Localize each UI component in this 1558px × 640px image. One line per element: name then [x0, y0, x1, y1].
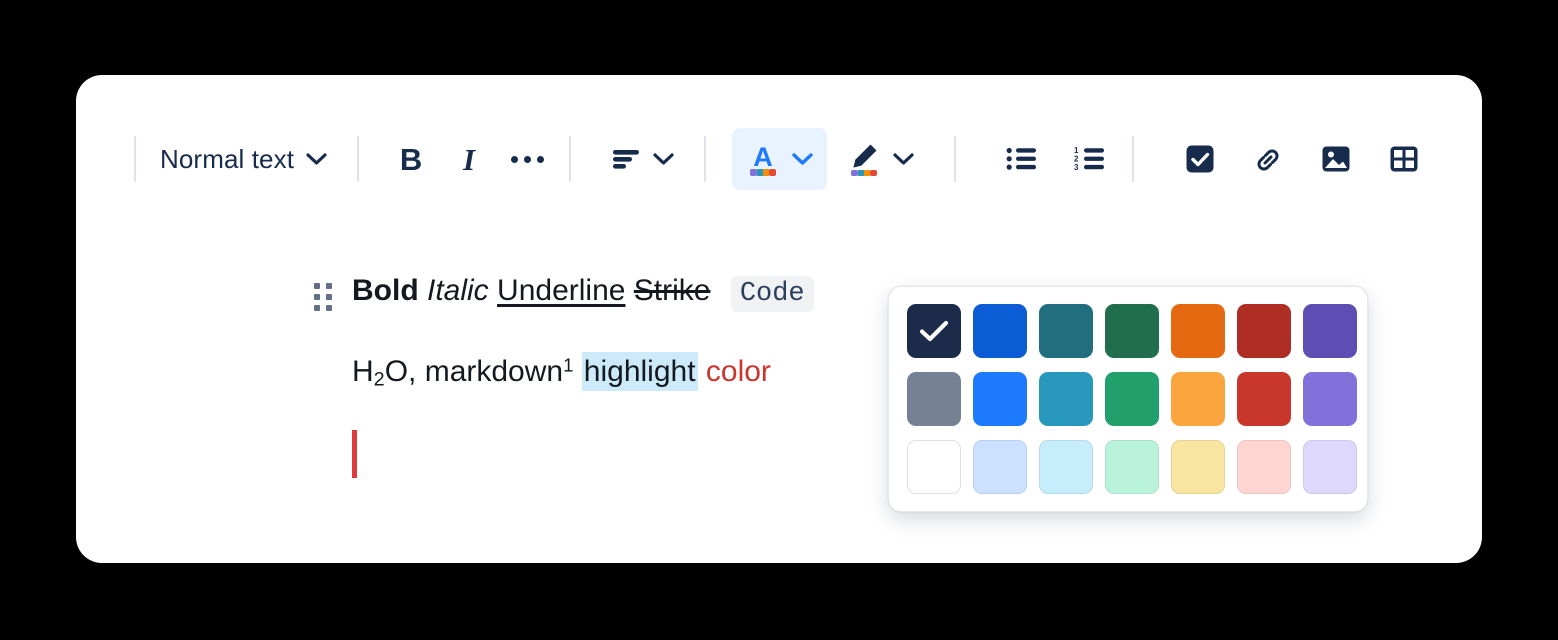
superscript-value: 1 — [563, 354, 574, 376]
color-swatch-green[interactable] — [1105, 304, 1159, 358]
image-button[interactable] — [1310, 128, 1362, 190]
toolbar-separator — [569, 136, 572, 182]
chevron-down-icon — [893, 152, 914, 165]
rich-text-demo-line: H2O, markdown1 highlight color — [352, 352, 771, 393]
italic-button[interactable]: I — [443, 128, 495, 190]
toolbar-separator — [357, 136, 360, 182]
ellipsis-icon — [510, 155, 544, 163]
formatting-demo-line: Bold Italic Underline Strike Code — [352, 271, 814, 312]
bullet-list-button[interactable] — [996, 128, 1048, 190]
color-swatch-bright-blue[interactable] — [973, 372, 1027, 426]
toolbar-separator — [704, 136, 707, 182]
highlight-sample: highlight — [581, 352, 698, 392]
align-left-icon — [613, 150, 640, 169]
toolbar-separator — [134, 136, 136, 182]
italic-label: I — [462, 141, 476, 177]
bulleted-list-icon — [1006, 147, 1037, 170]
color-swatch-pale-yellow[interactable] — [1171, 440, 1225, 494]
table-icon — [1390, 146, 1418, 172]
table-button[interactable] — [1378, 128, 1430, 190]
color-swatch-mid-green[interactable] — [1105, 372, 1159, 426]
color-swatch-dark-navy[interactable] — [907, 304, 961, 358]
color-swatch-pale-red[interactable] — [1237, 440, 1291, 494]
checkbox-icon — [1186, 145, 1214, 173]
more-formatting-button[interactable] — [501, 128, 553, 190]
task-list-button[interactable] — [1174, 128, 1226, 190]
color-sample: color — [705, 355, 771, 389]
formatting-toolbar: Normal text B I A 1 2 3 — [76, 121, 1430, 197]
numbered-list-icon: 1 2 3 — [1074, 146, 1105, 172]
color-swatch-dark-red[interactable] — [1237, 304, 1291, 358]
subscript-tail: O, — [384, 355, 425, 389]
screen: Normal text B I A 1 2 3 Bold Italic Unde… — [0, 0, 1558, 640]
strike-sample: Strike — [633, 274, 711, 307]
text-style-label: Normal text — [160, 143, 295, 174]
bold-sample: Bold — [352, 274, 419, 307]
color-swatch-light-orange[interactable] — [1171, 372, 1225, 426]
underline-sample: Underline — [497, 274, 626, 307]
code-sample: Code — [730, 276, 814, 312]
image-icon — [1322, 146, 1350, 172]
check-icon — [919, 320, 949, 342]
editor-card: Normal text B I A 1 2 3 Bold Italic Unde… — [76, 75, 1482, 563]
color-swatch-pale-green[interactable] — [1105, 440, 1159, 494]
markdown-word: markdown — [424, 355, 564, 389]
color-swatch-grid — [907, 304, 1357, 494]
svg-text:A: A — [753, 142, 773, 172]
highlighter-pen-icon — [851, 144, 878, 176]
color-swatch-orange[interactable] — [1171, 304, 1225, 358]
text-caret — [352, 429, 357, 478]
subscript-value: 2 — [373, 368, 385, 391]
bold-button[interactable]: B — [385, 128, 437, 190]
color-swatch-cyan[interactable] — [1039, 372, 1093, 426]
toolbar-separator — [1132, 136, 1135, 182]
color-swatch-white[interactable] — [907, 440, 961, 494]
text-align-dropdown[interactable] — [597, 128, 688, 190]
text-color-palette-popup — [888, 286, 1368, 512]
color-swatch-pale-purple[interactable] — [1303, 440, 1357, 494]
italic-sample: Italic — [427, 274, 489, 307]
highlight-color-dropdown[interactable] — [833, 128, 928, 190]
chevron-down-icon — [653, 152, 674, 165]
text-style-dropdown[interactable]: Normal text — [146, 128, 341, 190]
color-swatch-red[interactable] — [1237, 372, 1291, 426]
color-swatch-purple[interactable] — [1303, 304, 1357, 358]
toolbar-separator — [954, 136, 957, 182]
color-swatch-pale-cyan[interactable] — [1039, 440, 1093, 494]
bold-label: B — [399, 141, 423, 177]
chevron-down-icon — [306, 152, 327, 165]
link-icon — [1257, 149, 1279, 171]
color-swatch-blue[interactable] — [973, 304, 1027, 358]
color-swatch-light-purple[interactable] — [1303, 372, 1357, 426]
color-swatch-teal[interactable] — [1039, 304, 1093, 358]
color-swatch-pale-blue[interactable] — [973, 440, 1027, 494]
numbered-list-button[interactable]: 1 2 3 — [1064, 128, 1116, 190]
color-swatch-gray[interactable] — [907, 372, 961, 426]
svg-text:3: 3 — [1074, 163, 1079, 172]
chevron-down-icon — [792, 152, 813, 165]
subscript-base: H — [352, 355, 374, 389]
link-button[interactable] — [1242, 128, 1294, 190]
text-color-icon: A — [750, 142, 777, 176]
text-color-dropdown[interactable]: A — [732, 128, 828, 190]
drag-handle-icon[interactable] — [314, 283, 336, 311]
